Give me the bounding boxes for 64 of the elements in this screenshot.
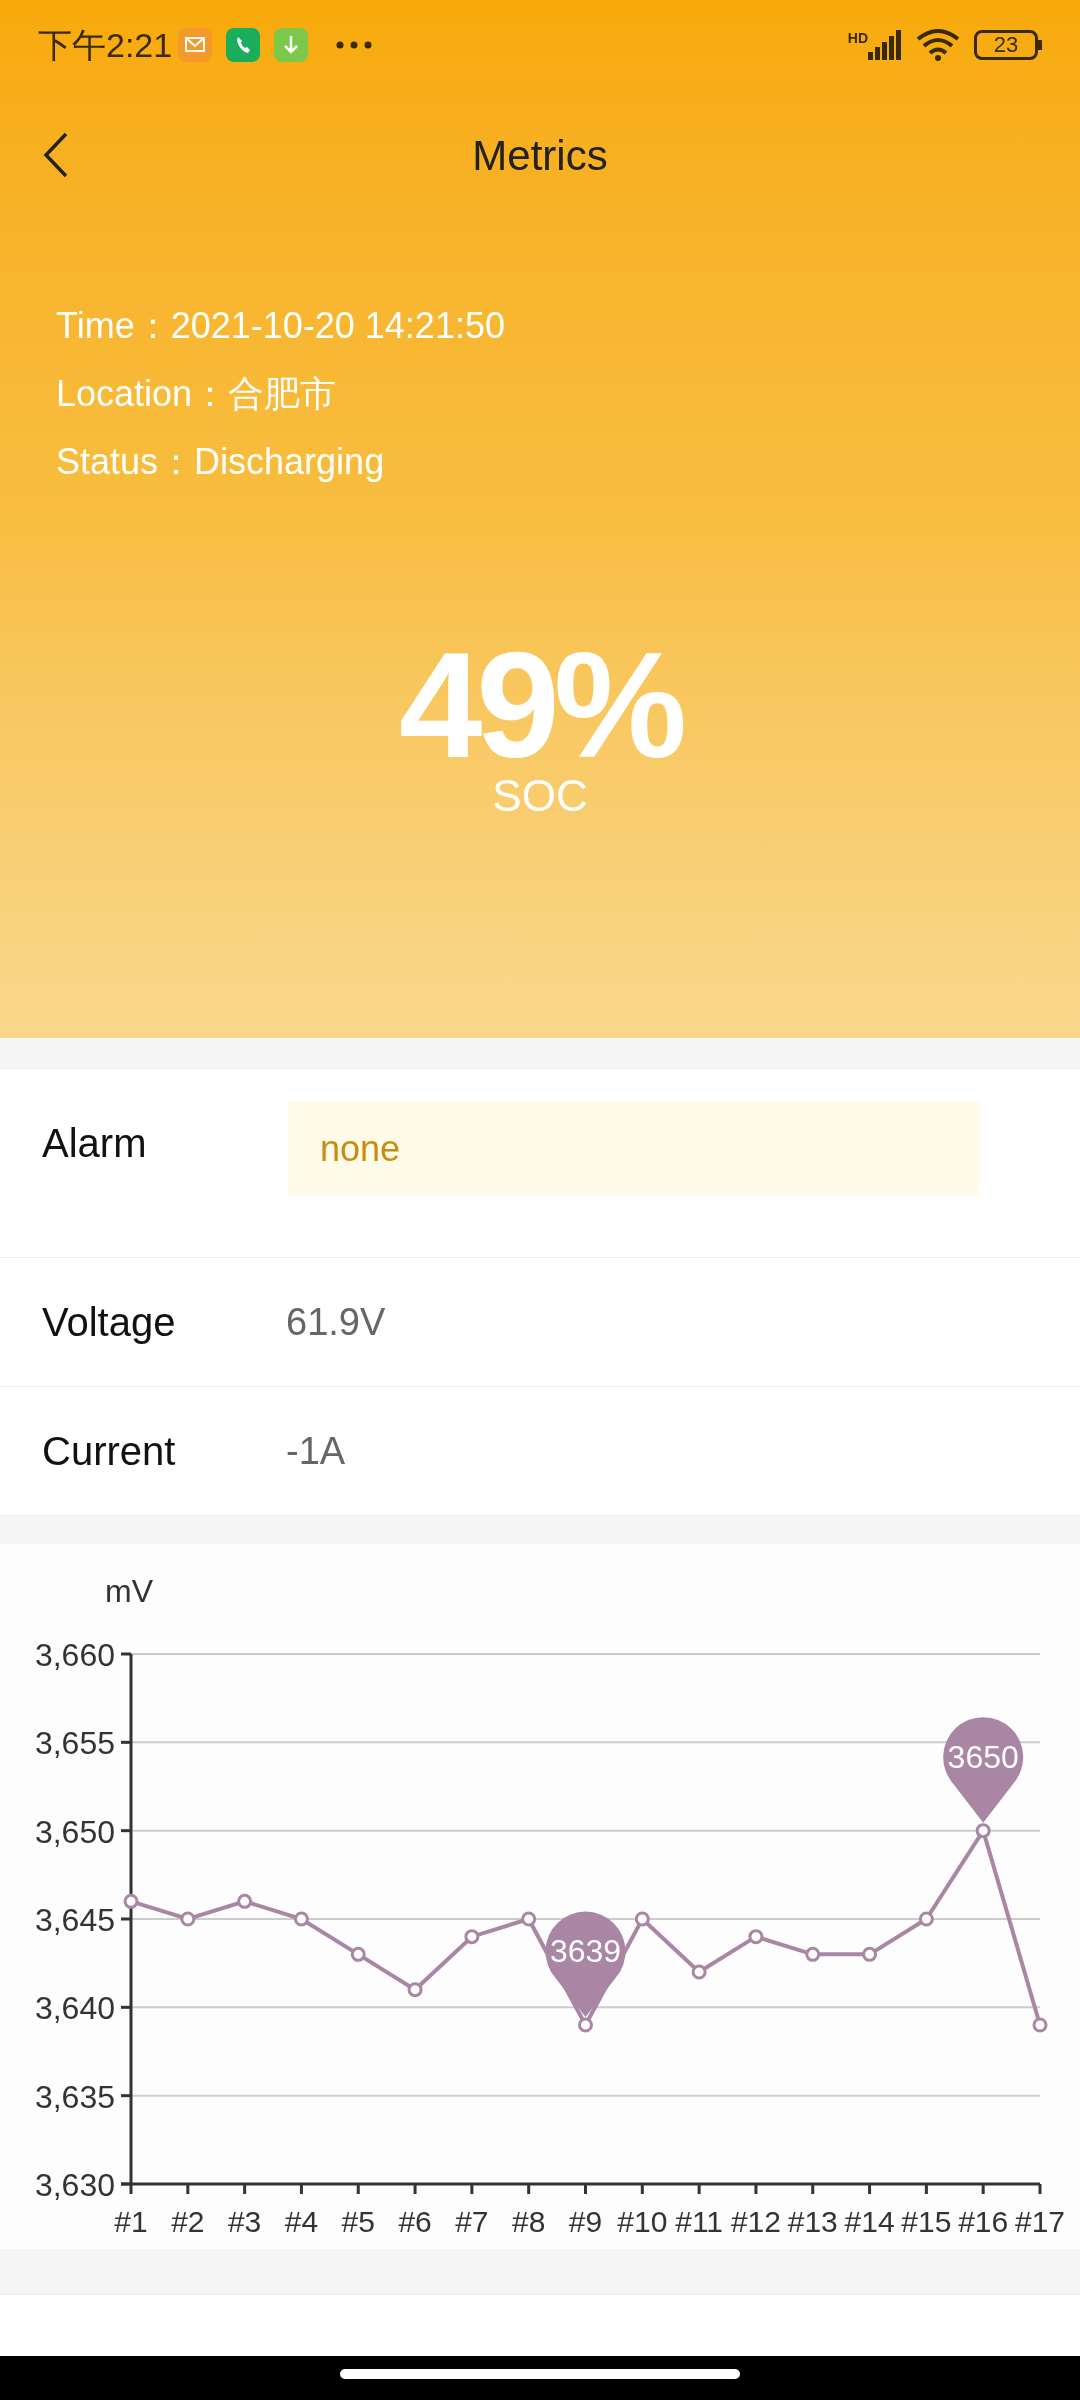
y-tick-label: 3,640 [34,1990,115,2027]
info-line: Location：合肥市 [56,372,338,416]
data-point [748,1929,764,1945]
x-tick-label: #3 [227,2205,262,2238]
status-time: 下午2:21 [38,24,173,66]
x-tick-label: #8 [512,2205,546,2238]
data-point [407,1982,423,1998]
x-tick-label: #9 [568,2205,603,2238]
x-tick-label: #2 [171,2205,205,2238]
info-line: Status：Discharging [56,440,386,484]
metric-value: 61.9V [286,1299,386,1345]
data-point [634,1911,650,1927]
data-point [691,1964,707,1980]
signal-icon [868,30,902,60]
download-icon [274,28,309,62]
x-tick-label: #4 [284,2205,319,2238]
x-tick-label: #5 [341,2205,375,2238]
y-tick-label: 3,630 [34,2167,115,2203]
pin-label: 3650 [947,1738,1019,1775]
data-point [918,1911,934,1927]
data-point [975,1823,991,1839]
data-point [237,1893,253,1909]
y-tick-label: 3,660 [34,1637,115,1673]
x-tick-label: #12 [730,2205,781,2238]
alarm-label: Alarm [42,1120,148,1167]
x-tick-label: #14 [844,2205,895,2238]
x-tick-label: #16 [958,2205,1009,2238]
data-point [180,1911,196,1927]
data-point [1032,2017,1048,2033]
x-tick-label: #7 [455,2205,489,2238]
network-label: HD [847,29,868,48]
back-icon[interactable] [42,131,70,179]
y-tick-label: 3,635 [34,2078,115,2115]
x-tick-label: #6 [398,2205,432,2238]
data-point [862,1946,878,1962]
x-tick-label: #15 [901,2205,952,2238]
y-tick-label: 3,645 [34,1902,115,1938]
wifi-icon [916,29,960,61]
y-tick-label: 3,650 [34,1813,115,1850]
data-point [123,1893,139,1909]
x-tick-label: #17 [1014,2205,1066,2238]
pin-label: 3639 [549,1933,622,1969]
data-point [578,2017,593,2033]
alarm-value: none [288,1101,980,1196]
data-point [805,1946,821,1962]
battery-indicator: 23 [974,30,1038,60]
metric-value: -1A [286,1428,346,1474]
x-tick-label: #11 [675,2205,724,2238]
x-tick-label: #1 [114,2205,148,2238]
metric-label: Current [42,1428,177,1475]
phone-icon [226,28,261,62]
info-line: Time：2021-10-20 14:21:50 [56,304,506,348]
x-tick-label: #13 [787,2205,838,2238]
data-point [521,1911,537,1927]
data-point [293,1911,309,1927]
data-point [350,1946,366,1962]
x-tick-label: #10 [617,2205,668,2238]
y-tick-label: 3,655 [34,1725,115,1762]
page-title: Metrics [472,130,608,181]
data-point [464,1929,480,1945]
mail-icon [178,28,213,62]
axis-unit: mV [105,1573,153,1609]
metric-label: Voltage [42,1299,177,1346]
more-icon [336,41,373,49]
